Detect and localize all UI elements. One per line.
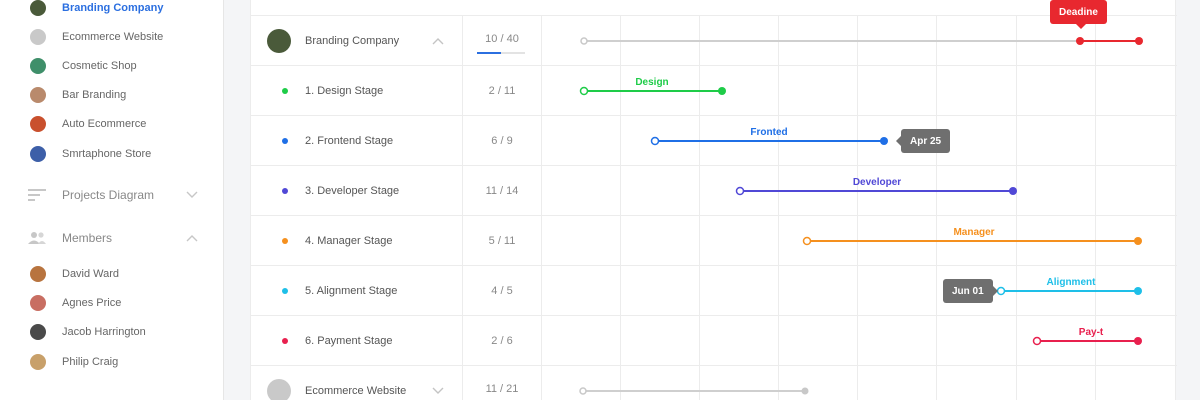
tooltip-text: Jun 01 bbox=[952, 285, 984, 297]
member-jacob-harrington[interactable]: Jacob Harrington bbox=[30, 323, 146, 341]
timeline-end-handle[interactable] bbox=[1135, 37, 1143, 45]
tooltip-tail bbox=[1076, 24, 1086, 29]
avatar bbox=[30, 266, 46, 282]
project-avatar bbox=[30, 0, 46, 16]
bar-start-handle[interactable] bbox=[1032, 336, 1042, 346]
sidebar-project-ecommerce-website[interactable]: Ecommerce Website bbox=[30, 28, 163, 46]
bar-start-handle[interactable] bbox=[996, 286, 1006, 296]
app: Branding Company Ecommerce Website Cosme… bbox=[0, 0, 1200, 400]
bar-label-developer: Developer bbox=[852, 177, 902, 188]
avatar bbox=[30, 295, 46, 311]
bar-end-handle[interactable] bbox=[718, 87, 726, 95]
bar-start-handle[interactable] bbox=[735, 186, 745, 196]
sidebar-section-members[interactable]: Members bbox=[28, 228, 198, 248]
project-avatar bbox=[30, 116, 46, 132]
diagram-icon bbox=[28, 189, 46, 201]
bar-start-handle[interactable] bbox=[650, 136, 660, 146]
sidebar-project-label: Ecommerce Website bbox=[62, 31, 164, 43]
sidebar: Branding Company Ecommerce Website Cosme… bbox=[0, 0, 224, 400]
bar-label-frontend: Fronted bbox=[750, 127, 788, 138]
sidebar-project-auto-ecommerce[interactable]: Auto Ecommerce bbox=[30, 115, 146, 133]
member-david-ward[interactable]: David Ward bbox=[30, 265, 119, 283]
member-name: Agnes Price bbox=[62, 297, 122, 309]
bar-start-handle[interactable] bbox=[579, 86, 589, 96]
project-avatar bbox=[30, 58, 46, 74]
project-avatar bbox=[30, 87, 46, 103]
bar-end-handle[interactable] bbox=[1134, 337, 1142, 345]
bar-end-handle[interactable] bbox=[880, 137, 888, 145]
avatar bbox=[30, 354, 46, 370]
bar-label-payment: Pay-t bbox=[1078, 327, 1104, 338]
tooltip-text: Deadine bbox=[1059, 6, 1098, 18]
member-philip-craig[interactable]: Philip Craig bbox=[30, 353, 118, 371]
timeline-bars bbox=[579, 37, 1143, 395]
bar-label-design: Design bbox=[635, 77, 669, 88]
bar-end-handle[interactable] bbox=[1009, 187, 1017, 195]
member-agnes-price[interactable]: Agnes Price bbox=[30, 294, 121, 312]
chevron-up-icon[interactable] bbox=[186, 234, 198, 242]
bar-label-alignment: Alignment bbox=[1046, 277, 1096, 288]
timeline-start-handle[interactable] bbox=[580, 37, 588, 45]
deadline-tooltip: Deadine bbox=[1050, 0, 1107, 29]
section-label: Members bbox=[62, 231, 113, 245]
sidebar-project-label: Cosmetic Shop bbox=[62, 60, 137, 72]
timeline-end-handle[interactable] bbox=[801, 387, 809, 395]
member-name: Jacob Harrington bbox=[62, 326, 146, 338]
avatar bbox=[30, 324, 46, 340]
deadline-handle[interactable] bbox=[1076, 37, 1084, 45]
member-name: Philip Craig bbox=[62, 356, 119, 368]
sidebar-section-projects-diagram[interactable]: Projects Diagram bbox=[28, 185, 198, 205]
bar-label-manager: Manager bbox=[953, 227, 995, 238]
gantt-panel: Branding Company 10 / 40 1. Design Stage… bbox=[250, 0, 1177, 400]
project-avatar bbox=[30, 146, 46, 162]
tooltip-text: Apr 25 bbox=[910, 135, 942, 147]
sidebar-project-branding-company[interactable]: Branding Company bbox=[30, 0, 163, 17]
members-icon bbox=[28, 232, 46, 244]
timeline-start-handle[interactable] bbox=[579, 387, 587, 395]
tooltip-tail bbox=[992, 286, 998, 296]
sidebar-project-bar-branding[interactable]: Bar Branding bbox=[30, 86, 126, 104]
sidebar-project-label: Smrtaphone Store bbox=[62, 148, 152, 160]
section-label: Projects Diagram bbox=[62, 188, 155, 202]
sidebar-project-smrtaphone-store[interactable]: Smrtaphone Store bbox=[30, 145, 151, 163]
sidebar-project-label: Bar Branding bbox=[62, 89, 127, 101]
alignment-date-tooltip: Jun 01 bbox=[943, 279, 998, 303]
sidebar-project-label: Branding Company bbox=[62, 2, 164, 14]
member-name: David Ward bbox=[62, 268, 120, 280]
sidebar-project-cosmetic-shop[interactable]: Cosmetic Shop bbox=[30, 57, 137, 75]
bar-end-handle[interactable] bbox=[1134, 287, 1142, 295]
frontend-date-tooltip: Apr 25 bbox=[896, 129, 951, 153]
chevron-down-icon[interactable] bbox=[186, 191, 198, 199]
sidebar-project-label: Auto Ecommerce bbox=[62, 118, 147, 130]
tooltip-tail bbox=[896, 136, 901, 146]
project-avatar bbox=[30, 29, 46, 45]
bar-end-handle[interactable] bbox=[1134, 237, 1142, 245]
bar-start-handle[interactable] bbox=[802, 236, 812, 246]
